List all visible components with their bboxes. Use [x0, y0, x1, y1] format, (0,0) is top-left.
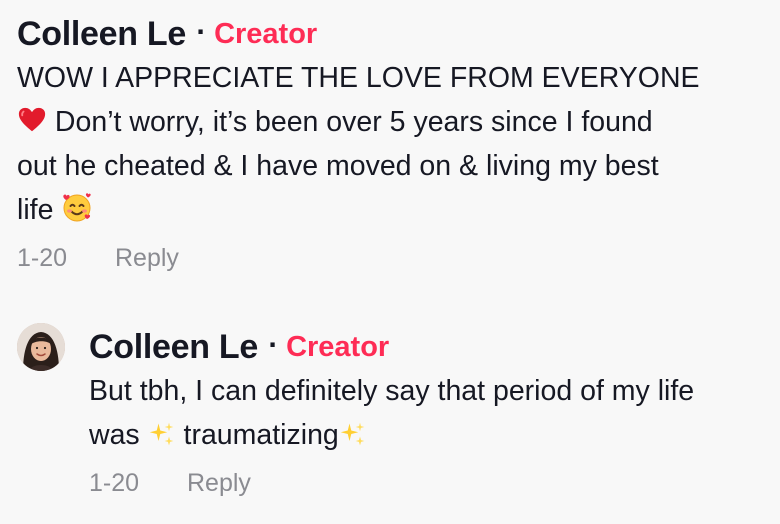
reply-button[interactable]: Reply — [187, 469, 251, 498]
red-heart-icon — [17, 105, 47, 135]
reply-body: Colleen Le · Creator But tbh, I can defi… — [89, 325, 769, 498]
comment-date: 1-20 — [89, 469, 140, 497]
comment-line: But tbh, I can definitely say that perio… — [89, 375, 695, 407]
creator-badge: Creator — [286, 330, 390, 363]
comment-line: out he cheated & I have moved on & livin… — [17, 150, 659, 182]
comment-meta: 1-20 Reply — [89, 469, 769, 498]
creator-badge: Creator — [214, 17, 318, 50]
comment-line-text: traumatizing — [183, 419, 339, 451]
comment-meta: 1-20 Reply — [17, 244, 772, 273]
comment-date: 1-20 — [17, 244, 68, 272]
separator-dot: · — [267, 331, 278, 359]
sparkles-icon — [339, 420, 367, 448]
reply-button[interactable]: Reply — [115, 244, 179, 273]
comment-line: WOW I APPRECIATE THE LOVE FROM EVERYONE — [17, 62, 700, 94]
avatar[interactable] — [17, 323, 65, 371]
username-link[interactable]: Colleen Le — [17, 15, 186, 54]
smiling-face-with-hearts-icon — [61, 191, 93, 223]
comment-line-text: life — [17, 194, 54, 226]
comment-header: Colleen Le · Creator — [89, 325, 769, 369]
comment-text: But tbh, I can definitely say that perio… — [89, 369, 769, 457]
comment-line-text: Don’t worry, it’s been over 5 years sinc… — [54, 106, 653, 138]
sparkles-icon — [148, 420, 176, 448]
comment-header: Colleen Le · Creator — [17, 12, 772, 56]
comment-line: was traumatizing — [89, 413, 769, 457]
username-link[interactable]: Colleen Le — [89, 328, 258, 367]
comment-text: WOW I APPRECIATE THE LOVE FROM EVERYONE … — [17, 56, 772, 232]
separator-dot: · — [195, 18, 206, 46]
comment-item: Colleen Le · Creator WOW I APPRECIATE TH… — [17, 12, 772, 273]
comment-line-text: was — [89, 419, 140, 451]
comment-line: life — [17, 188, 772, 232]
comment-line: Don’t worry, it’s been over 5 years sinc… — [17, 100, 772, 144]
